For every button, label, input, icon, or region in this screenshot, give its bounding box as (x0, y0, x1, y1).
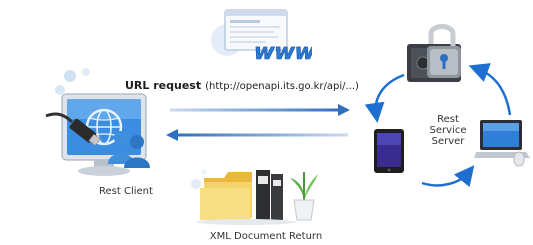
tablet-icon (373, 128, 405, 174)
svg-text:www: www (251, 39, 312, 65)
laptop-icon (474, 116, 532, 168)
return-label: XML Document Return (209, 231, 323, 242)
server-label-line: Service (429, 125, 467, 136)
server-label-line: Rest (437, 114, 459, 125)
www-icon: www (246, 34, 312, 68)
plant-icon (286, 170, 322, 222)
usb-cable-icon (42, 108, 102, 148)
client-label: Rest Client (99, 186, 153, 197)
server-label: Rest Service Server (418, 114, 478, 147)
url-request-label: URL request (http://openapi.its.go.kr/api… (125, 74, 359, 93)
folders-icon (190, 162, 300, 226)
server-label-line: Server (431, 136, 465, 147)
response-arrow (166, 128, 348, 142)
users-icon (104, 128, 152, 168)
request-url: (http://openapi.its.go.kr/api/...) (205, 81, 359, 92)
padlock-safe-icon (403, 24, 469, 84)
request-arrow (170, 103, 350, 117)
